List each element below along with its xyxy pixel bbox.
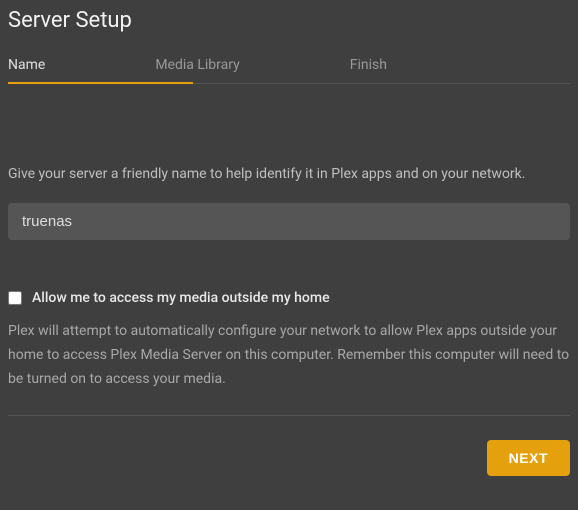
setup-tabs: Name Media Library Finish	[8, 57, 570, 84]
next-button[interactable]: NEXT	[487, 440, 570, 476]
section-divider	[8, 415, 570, 416]
allow-outside-row: Allow me to access my media outside my h…	[8, 290, 570, 306]
server-name-description: Give your server a friendly name to help…	[8, 164, 570, 185]
tab-media-library[interactable]: Media Library	[155, 57, 239, 83]
button-row: NEXT	[8, 440, 570, 476]
allow-outside-label[interactable]: Allow me to access my media outside my h…	[32, 290, 330, 306]
tab-finish[interactable]: Finish	[350, 57, 387, 83]
page-title: Server Setup	[8, 8, 570, 33]
tab-name[interactable]: Name	[8, 57, 45, 83]
allow-outside-checkbox[interactable]	[8, 291, 22, 305]
server-name-input[interactable]	[8, 203, 570, 240]
allow-outside-help: Plex will attempt to automatically confi…	[8, 320, 570, 391]
